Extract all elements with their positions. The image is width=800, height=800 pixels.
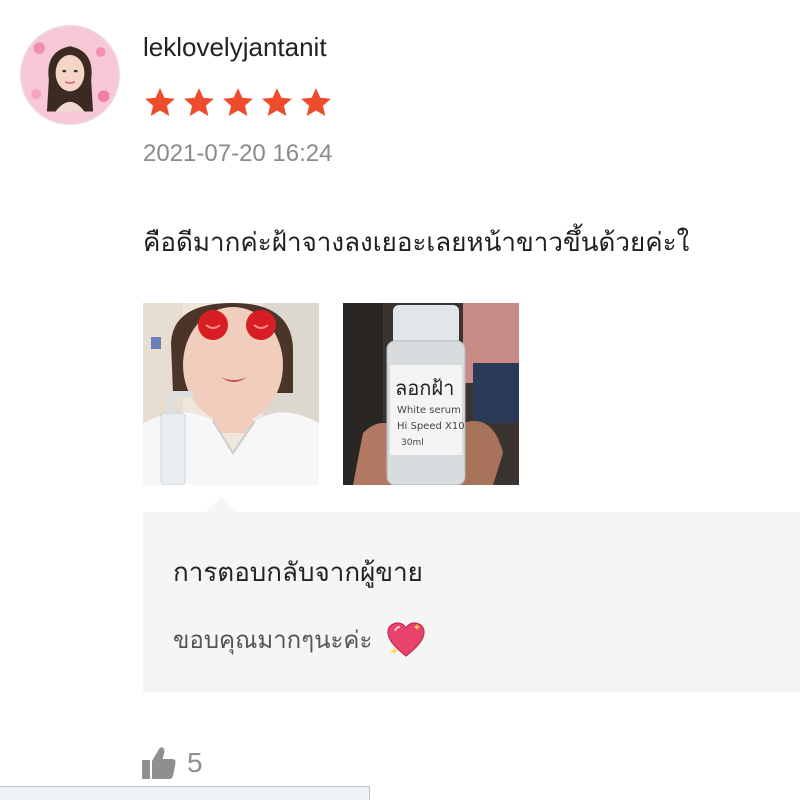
user-avatar[interactable] [20,25,120,125]
review-photo-bottle[interactable]: ลอกฝ้า White serum Hi Speed X10 30ml [343,303,519,485]
review-page: leklovelyjantanit 2021-07-20 16:24 คือดี… [0,0,800,800]
star-icon [145,88,175,117]
bottle-photo-image: ลอกฝ้า White serum Hi Speed X10 30ml [343,303,519,485]
review-timestamp: 2021-07-20 16:24 [143,140,333,167]
bottle-label-line-3: Hi Speed X10 [397,421,465,432]
seller-reply-box: การตอบกลับจากผู้ขาย ขอบคุณมากๆนะค่ะ [143,512,800,692]
star-icon [262,88,292,117]
seller-reply-title: การตอบกลับจากผู้ขาย [173,558,423,588]
like-count: 5 [187,747,203,778]
sparkling-heart-icon [386,621,426,659]
cropped-window-strip [0,786,370,800]
like-button[interactable]: 5 [141,745,203,781]
bottle-label-line-1: ลอกฝ้า [395,376,454,400]
seller-reply-text: ขอบคุณมากๆนะค่ะ [173,626,373,654]
reply-arrow [205,497,237,513]
rating-stars [143,86,333,120]
review-comment: คือดีมากค่ะฝ้าจางลงเยอะเลยหน้าขาวขึ้นด้ว… [143,228,690,258]
bottle-label-line-4: 30ml [401,438,424,448]
seller-reply-row: ขอบคุณมากๆนะค่ะ [173,620,426,659]
star-icon [184,88,214,117]
review-photo-face[interactable] [143,303,319,485]
star-icon [301,88,331,117]
bottle-label-line-2: White serum [397,405,461,416]
reviewer-username: leklovelyjantanit [143,32,327,62]
face-photo-image [143,303,319,485]
avatar-portrait-icon [22,27,118,123]
star-icon [223,88,253,117]
thumbs-up-icon [142,747,176,779]
